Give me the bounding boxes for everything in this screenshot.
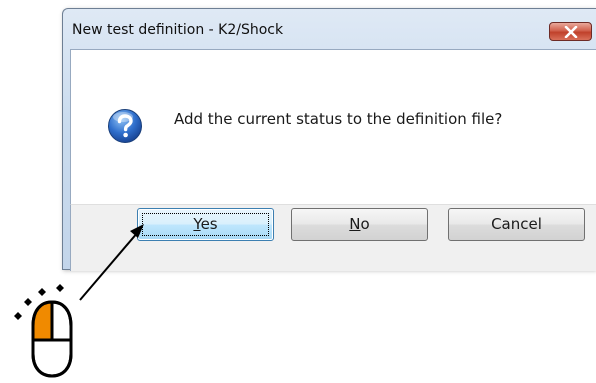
- arrow-icon: [79, 224, 144, 301]
- mouse-click-icon: [14, 284, 73, 378]
